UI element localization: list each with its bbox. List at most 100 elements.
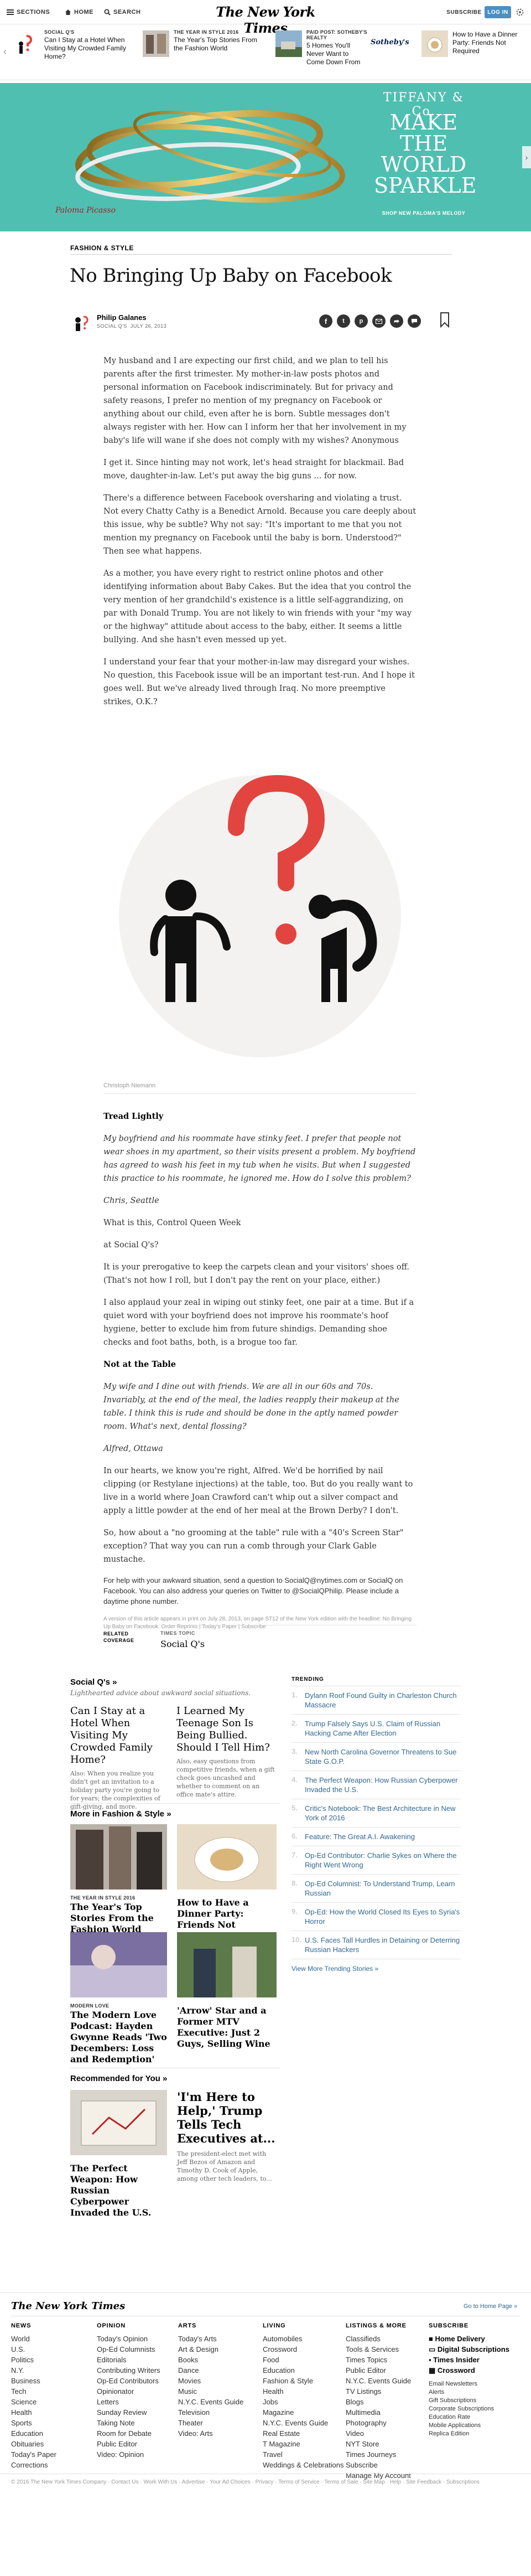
- more-fashion-story[interactable]: 'Arrow' Star and a Former MTV Executive:…: [177, 1932, 277, 2050]
- author-name[interactable]: Philip Galanes: [97, 313, 147, 322]
- section-label[interactable]: FASHION & STYLE: [70, 244, 134, 252]
- footer-link[interactable]: Gift Subscriptions: [429, 2397, 509, 2405]
- digital-subscriptions-link[interactable]: ▭ Digital Subscriptions: [429, 2344, 509, 2355]
- trending-item[interactable]: 8. Op-Ed Columnist: To Understand Trump, …: [291, 1875, 461, 1903]
- more-trending-link[interactable]: View More Trending Stories »: [291, 1965, 461, 1973]
- footer-link[interactable]: Automobiles: [263, 2334, 343, 2344]
- trending-item[interactable]: 3. New North Carolina Governor Threatens …: [291, 1743, 461, 1771]
- footer-link[interactable]: Weddings & Celebrations: [263, 2460, 343, 2470]
- footer-link[interactable]: N.Y.C. Events Guide: [263, 2418, 343, 2428]
- footer-link[interactable]: Tools & Services: [346, 2344, 411, 2355]
- footer-link[interactable]: Books: [178, 2355, 243, 2365]
- module-title[interactable]: Social Q's »: [70, 1677, 280, 1687]
- footer-link[interactable]: T Magazine: [263, 2439, 343, 2449]
- footer-link[interactable]: Television: [178, 2407, 243, 2418]
- footer-link[interactable]: Today's Opinion: [97, 2334, 160, 2344]
- home-delivery-link[interactable]: ■ Home Delivery: [429, 2334, 509, 2344]
- footer-link[interactable]: Video: Arts: [178, 2428, 243, 2439]
- footer-link[interactable]: Public Editor: [346, 2365, 411, 2376]
- ribbon-item[interactable]: THE YEAR IN STYLE 2016 The Year's Top St…: [143, 29, 264, 74]
- trending-item[interactable]: 1. Dylann Roof Found Guilty in Charleston…: [291, 1686, 461, 1715]
- times-insider-link[interactable]: ▪ Times Insider: [429, 2355, 509, 2365]
- footer-link[interactable]: U.S.: [11, 2344, 56, 2355]
- recommended-story[interactable]: 'I'm Here to Help,' Trump Tells Tech Exe…: [177, 2090, 277, 2183]
- footer-bottom-links[interactable]: © 2016 The New York Times Company · Cont…: [11, 2479, 480, 2485]
- footer-link[interactable]: Politics: [11, 2355, 56, 2365]
- bookmark-icon[interactable]: [440, 312, 450, 328]
- search-button[interactable]: SEARCH: [104, 7, 140, 18]
- trending-item[interactable]: 2. Trump Falsely Says U.S. Claim of Russi…: [291, 1715, 461, 1743]
- footer-link[interactable]: Music: [178, 2386, 243, 2397]
- footer-link[interactable]: Op-Ed Columnists: [97, 2344, 160, 2355]
- footer-link[interactable]: Classifieds: [346, 2334, 411, 2344]
- ribbon-item[interactable]: SOCIAL Q'S Can I Stay at a Hotel When Vi…: [13, 29, 129, 74]
- footer-link[interactable]: Corrections: [11, 2460, 56, 2470]
- footer-link[interactable]: Public Editor: [97, 2439, 160, 2449]
- footer-link[interactable]: Email Newsletters: [429, 2380, 509, 2388]
- more-fashion-story[interactable]: THE YEAR IN STYLE 2016 The Year's Top St…: [70, 1824, 167, 1935]
- footer-link[interactable]: Fashion & Style: [263, 2376, 343, 2386]
- more-fashion-story[interactable]: How to Have a Dinner Party: Friends Not …: [177, 1824, 277, 1942]
- pinterest-share-icon[interactable]: p: [355, 314, 368, 328]
- footer-link[interactable]: Photography: [346, 2418, 411, 2428]
- recommended-title[interactable]: Recommended for You »: [70, 2074, 167, 2083]
- share-more-icon[interactable]: ➦: [390, 314, 403, 328]
- footer-link[interactable]: Real Estate: [263, 2428, 343, 2439]
- chevron-left-icon[interactable]: ‹: [3, 46, 7, 58]
- footer-link[interactable]: Jobs: [263, 2397, 343, 2407]
- tiffany-ad[interactable]: Paloma Picasso TIFFANY & Co. MAKE THE WO…: [0, 83, 531, 231]
- social-story[interactable]: Can I Stay at a Hotel When Visiting My C…: [70, 1705, 167, 1811]
- footer-link[interactable]: Movies: [178, 2376, 243, 2386]
- home-button[interactable]: HOME: [65, 7, 93, 18]
- trending-item[interactable]: 10. U.S. Faces Tall Hurdles in Detaining …: [291, 1931, 461, 1959]
- ribbon-item[interactable]: How to Have a Dinner Party: Friends Not …: [421, 29, 527, 74]
- recommended-story[interactable]: The Perfect Weapon: How Russian Cyberpow…: [70, 2090, 167, 2218]
- footer-link[interactable]: Sunday Review: [97, 2407, 160, 2418]
- footer-link[interactable]: Opinionator: [97, 2386, 160, 2397]
- footer-link[interactable]: Science: [11, 2397, 56, 2407]
- sections-button[interactable]: SECTIONS: [7, 7, 50, 18]
- footer-link[interactable]: Letters: [97, 2397, 160, 2407]
- footer-link[interactable]: Blogs: [346, 2397, 411, 2407]
- footer-link[interactable]: Today's Arts: [178, 2334, 243, 2344]
- footer-link[interactable]: Room for Debate: [97, 2428, 160, 2439]
- trending-item[interactable]: 5. Critic's Notebook: The Best Architectu…: [291, 1799, 461, 1828]
- footer-link[interactable]: Dance: [178, 2365, 243, 2376]
- footer-link[interactable]: N.Y.C. Events Guide: [346, 2376, 411, 2386]
- footer-link[interactable]: Food: [263, 2355, 343, 2365]
- footer-link[interactable]: Education: [11, 2428, 56, 2439]
- footer-link[interactable]: Obituaries: [11, 2439, 56, 2449]
- ad-cta-link[interactable]: SHOP NEW PALOMA'S MELODY: [374, 210, 473, 216]
- footer-link[interactable]: N.Y.C. Events Guide: [178, 2397, 243, 2407]
- footer-link[interactable]: N.Y.: [11, 2365, 56, 2376]
- footer-link[interactable]: Art & Design: [178, 2344, 243, 2355]
- comment-icon[interactable]: [408, 314, 421, 328]
- footer-link[interactable]: Multimedia: [346, 2407, 411, 2418]
- email-share-icon[interactable]: [372, 314, 386, 328]
- footer-link[interactable]: Video: [346, 2428, 411, 2439]
- crossword-link[interactable]: ▦ Crossword: [429, 2365, 509, 2376]
- trending-item[interactable]: 6. Feature: The Great A.I. Awakening: [291, 1828, 461, 1846]
- footer-link[interactable]: Business: [11, 2376, 56, 2386]
- footer-link[interactable]: Editorials: [97, 2355, 160, 2365]
- footer-link[interactable]: Education Rate: [429, 2413, 509, 2422]
- footer-link[interactable]: Op-Ed Contributors: [97, 2376, 160, 2386]
- footer-link[interactable]: Replica Edition: [429, 2430, 509, 2438]
- login-button[interactable]: LOG IN: [485, 6, 511, 18]
- footer-link[interactable]: TV Listings: [346, 2386, 411, 2397]
- settings-icon[interactable]: [516, 8, 524, 17]
- trending-item[interactable]: 4. The Perfect Weapon: How Russian Cyberp…: [291, 1771, 461, 1799]
- facebook-share-icon[interactable]: f: [319, 314, 332, 328]
- footer-link[interactable]: Taking Note: [97, 2418, 160, 2428]
- footer-link[interactable]: Travel: [263, 2449, 343, 2460]
- footer-link[interactable]: Alerts: [429, 2388, 509, 2397]
- footer-logo[interactable]: The New York Times: [11, 2300, 125, 2312]
- more-fashion-title[interactable]: More in Fashion & Style »: [70, 1809, 171, 1819]
- footer-link[interactable]: Crossword: [263, 2344, 343, 2355]
- footer-link[interactable]: Magazine: [263, 2407, 343, 2418]
- ribbon-paid-post[interactable]: PAID POST: SOTHEBY'S REALTY 5 Homes You'…: [275, 29, 409, 74]
- footer-link[interactable]: Education: [263, 2365, 343, 2376]
- footer-link[interactable]: Theater: [178, 2418, 243, 2428]
- footer-link[interactable]: Tech: [11, 2386, 56, 2397]
- footer-link[interactable]: Mobile Applications: [429, 2422, 509, 2430]
